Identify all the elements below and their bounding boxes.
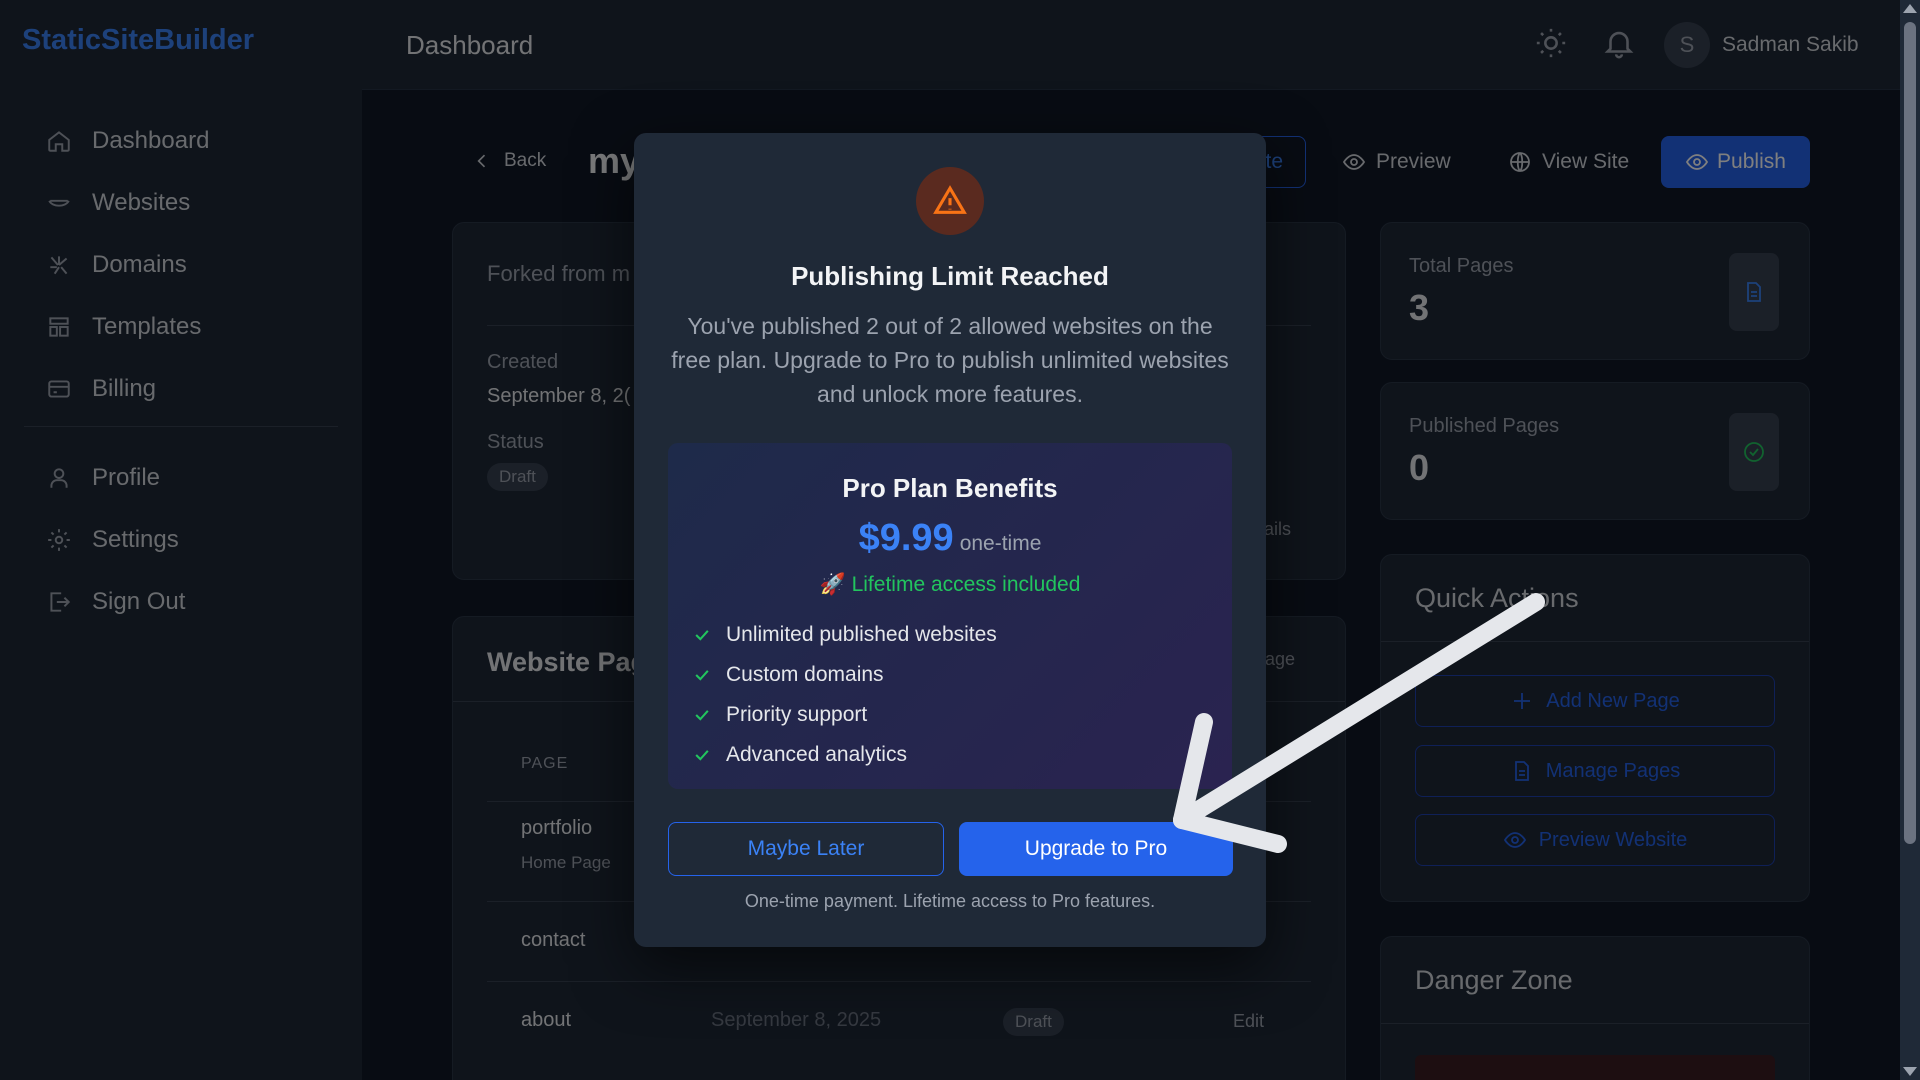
pro-plan-title: Pro Plan Benefits bbox=[842, 473, 1058, 503]
list-item: Unlimited published websites bbox=[692, 615, 997, 655]
upgrade-modal: Publishing Limit Reached You've publishe… bbox=[634, 133, 1266, 947]
scroll-down-arrow[interactable] bbox=[1903, 1067, 1917, 1076]
list-item: Custom domains bbox=[692, 655, 997, 695]
lifetime-note: 🚀 Lifetime access included bbox=[819, 573, 1081, 596]
modal-footnote: One-time payment. Lifetime access to Pro… bbox=[744, 891, 1156, 911]
upgrade-to-pro-button[interactable]: Upgrade to Pro bbox=[959, 822, 1233, 876]
price-note: one-time bbox=[959, 532, 1042, 555]
warning-icon bbox=[916, 167, 984, 235]
scroll-thumb[interactable] bbox=[1904, 22, 1916, 844]
list-item: Priority support bbox=[692, 695, 997, 735]
modal-message: You've published 2 out of 2 allowed webs… bbox=[671, 313, 1229, 407]
scroll-up-arrow[interactable] bbox=[1903, 4, 1917, 13]
check-icon bbox=[695, 710, 709, 721]
benefit-text: Priority support bbox=[726, 703, 868, 726]
pro-plan-box: Pro Plan Benefits $9.99 one-time 🚀 Lifeti… bbox=[668, 443, 1232, 789]
check-icon bbox=[695, 750, 709, 761]
check-icon bbox=[695, 670, 709, 681]
maybe-later-button[interactable]: Maybe Later bbox=[668, 822, 944, 876]
price-row: $9.99 one-time bbox=[668, 517, 1232, 560]
modal-title: Publishing Limit Reached bbox=[791, 261, 1109, 291]
benefit-text: Custom domains bbox=[726, 663, 884, 686]
check-icon bbox=[695, 630, 709, 641]
benefits-list: Unlimited published websites Custom doma… bbox=[692, 615, 997, 775]
benefit-text: Unlimited published websites bbox=[726, 623, 997, 646]
scrollbar[interactable] bbox=[1900, 0, 1920, 1080]
price: $9.99 bbox=[858, 517, 954, 559]
list-item: Advanced analytics bbox=[692, 735, 997, 775]
benefit-text: Advanced analytics bbox=[726, 743, 907, 766]
